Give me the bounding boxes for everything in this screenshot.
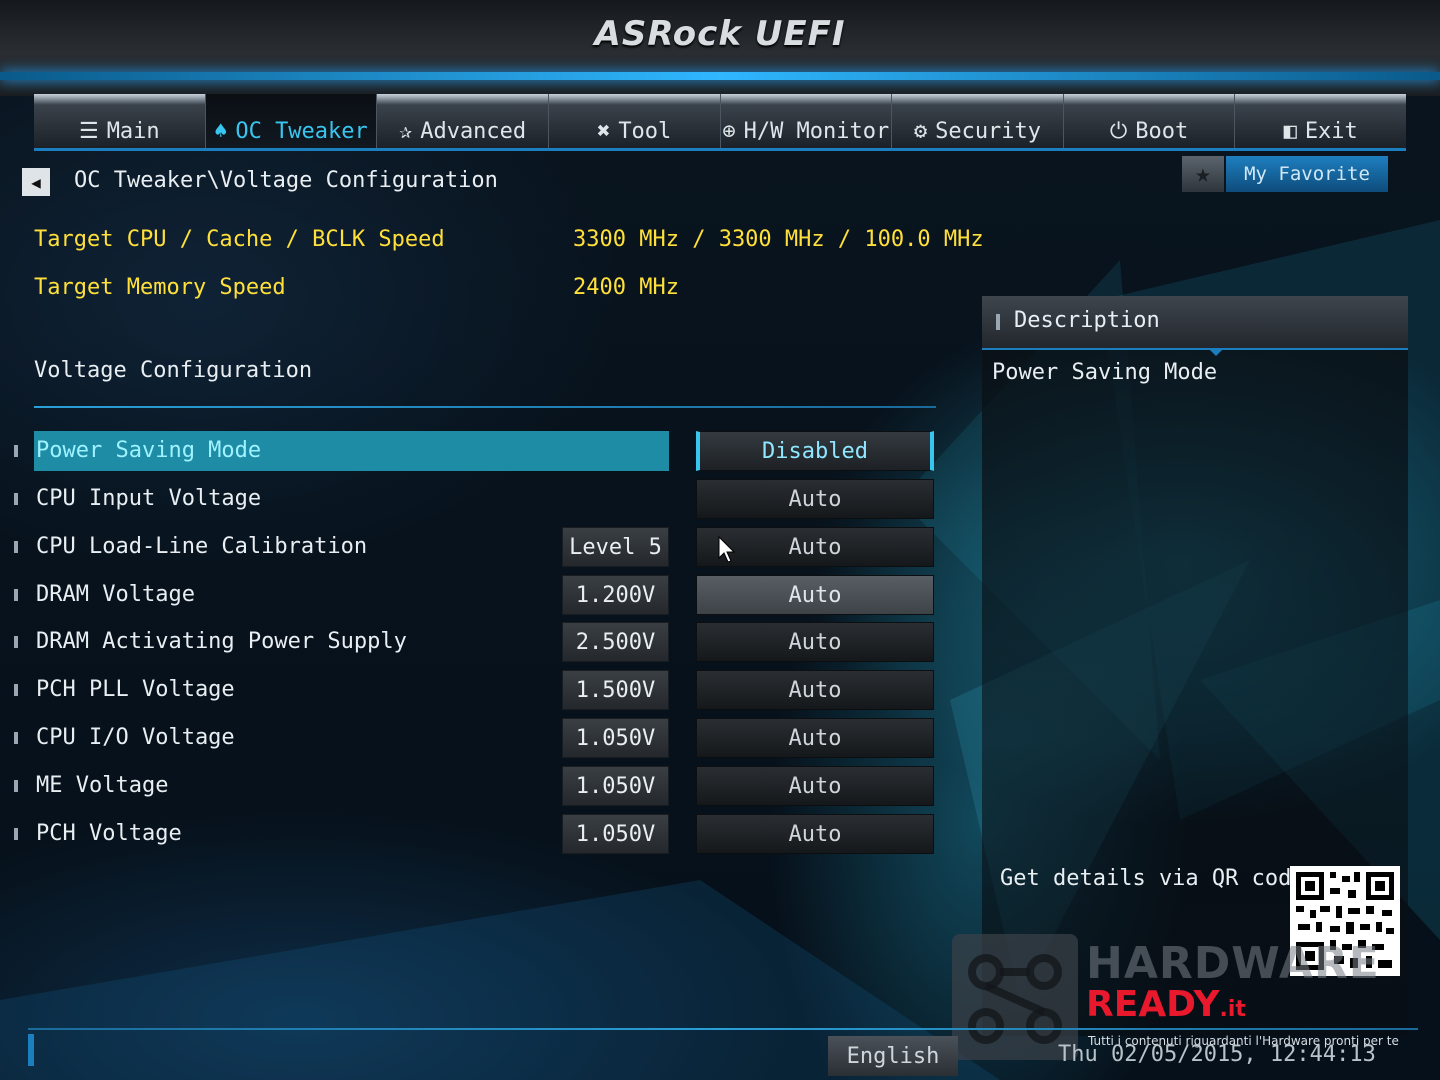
current-value-badge: 1.500V <box>562 670 669 710</box>
system-datetime: Thu 02/05/2015, 12:44:13 <box>1058 1042 1376 1067</box>
tab-tool[interactable]: ✖ Tool <box>549 94 721 148</box>
watermark-ready: READY <box>1086 984 1220 1025</box>
description-header: Description <box>982 296 1408 350</box>
tab-oc-tweaker[interactable]: ♠ OC Tweaker <box>205 94 378 148</box>
tools-icon: ✖ <box>597 119 611 144</box>
my-favorite-button[interactable]: My Favorite <box>1226 156 1388 192</box>
current-value-badge: Level 5 <box>562 527 669 567</box>
setting-row-dram-voltage[interactable]: DRAM Voltage 1.200V Auto <box>14 575 944 615</box>
current-value-badge: 1.050V <box>562 766 669 806</box>
mouse-cursor-icon <box>718 536 736 563</box>
star-icon: ★ <box>1195 159 1211 189</box>
row-marker <box>14 445 18 457</box>
row-marker <box>14 828 18 840</box>
footer-rail <box>28 1028 1418 1030</box>
current-value-badge: 2.500V <box>562 622 669 662</box>
back-button[interactable]: ◀ <box>22 168 50 196</box>
star-icon: ✰ <box>398 119 413 144</box>
info-label-memory-speed: Target Memory Speed <box>34 275 286 300</box>
row-marker <box>14 780 18 792</box>
setting-option-button[interactable]: Disabled <box>696 431 934 471</box>
tab-label: Tool <box>618 119 672 144</box>
current-value-badge: 1.050V <box>562 718 669 758</box>
tab-boot[interactable]: ⏻ Boot <box>1064 94 1236 148</box>
row-marker <box>14 732 18 744</box>
setting-row-dram-activating-power-supply[interactable]: DRAM Activating Power Supply 2.500V Auto <box>14 622 944 662</box>
tab-label: Exit <box>1304 119 1358 144</box>
setting-row-power-saving-mode[interactable]: Power Saving Mode Disabled <box>14 431 944 471</box>
section-divider <box>34 406 936 408</box>
main-tab-bar: ☰ Main ♠ OC Tweaker ✰ Advanced ✖ Tool ⊕ H/W Monit… <box>34 94 1406 151</box>
power-icon: ⏻ <box>1109 119 1128 144</box>
current-value-badge: 1.200V <box>562 575 669 615</box>
list-icon: ☰ <box>78 119 99 144</box>
breadcrumb: OC Tweaker\Voltage Configuration <box>74 168 498 193</box>
tab-label: Boot <box>1135 119 1189 144</box>
header-accent-rail <box>0 72 1440 80</box>
asrock-uefi-logo: ASRock UEFI <box>594 14 846 54</box>
setting-option-button[interactable]: Auto <box>696 575 934 615</box>
setting-option-button[interactable]: Auto <box>696 670 934 710</box>
row-marker <box>14 684 18 696</box>
current-value-badge: 1.050V <box>562 814 669 854</box>
description-text: Power Saving Mode <box>992 360 1218 385</box>
info-label-cpu-speed: Target CPU / Cache / BCLK Speed <box>34 227 445 252</box>
description-title: Description <box>1014 308 1160 333</box>
setting-option-button[interactable]: Auto <box>696 718 934 758</box>
setting-option-button[interactable]: Auto <box>696 766 934 806</box>
footer-left-marker <box>28 1034 34 1066</box>
setting-row-me-voltage[interactable]: ME Voltage 1.050V Auto <box>14 766 944 806</box>
setting-row-cpu-load-line-calibration[interactable]: CPU Load-Line Calibration Level 5 Auto <box>14 527 944 567</box>
tab-main[interactable]: ☰ Main <box>34 94 206 148</box>
favorite-star-button[interactable]: ★ <box>1182 156 1224 192</box>
setting-option-button[interactable]: Auto <box>696 479 934 519</box>
setting-row-pch-voltage[interactable]: PCH Voltage 1.050V Auto <box>14 814 944 854</box>
setting-row-pch-pll-voltage[interactable]: PCH PLL Voltage 1.500V Auto <box>14 670 944 710</box>
watermark-suffix: .it <box>1219 997 1246 1022</box>
row-marker <box>14 541 18 553</box>
tab-label: Main <box>106 119 160 144</box>
shield-icon: ⚙ <box>913 119 928 144</box>
row-marker <box>14 493 18 505</box>
back-arrow-icon: ◀ <box>31 172 41 192</box>
description-notch <box>1208 348 1224 356</box>
header-bar: ASRock UEFI <box>0 0 1440 96</box>
section-title: Voltage Configuration <box>34 358 313 383</box>
tab-label: Security <box>935 119 1042 144</box>
watermark-hardware-text: HARDWARE <box>1086 938 1380 989</box>
setting-row-cpu-i-o-voltage[interactable]: CPU I/O Voltage 1.050V Auto <box>14 718 944 758</box>
monitor-icon: ⊕ <box>722 119 736 144</box>
tab-security[interactable]: ⚙ Security <box>892 94 1064 148</box>
exit-icon: ◧ <box>1283 119 1297 144</box>
tab-h-w-monitor[interactable]: ⊕ H/W Monitor <box>721 94 893 148</box>
tab-label: Advanced <box>420 119 527 144</box>
setting-option-button[interactable]: Auto <box>696 622 934 662</box>
info-value-cpu-speed: 3300 MHz / 3300 MHz / 100.0 MHz <box>573 227 984 252</box>
language-button[interactable]: English <box>828 1036 958 1076</box>
qr-label: Get details via QR code <box>1000 866 1305 891</box>
row-marker <box>14 589 18 601</box>
description-panel: Description Power Saving Mode Get detail… <box>982 296 1408 1036</box>
watermark-ready-text: READY.it <box>1086 984 1246 1025</box>
setting-label[interactable]: Power Saving Mode <box>34 431 669 471</box>
info-value-memory-speed: 2400 MHz <box>573 275 679 300</box>
tab-label: H/W Monitor <box>743 119 890 144</box>
description-marker <box>996 314 1000 330</box>
setting-option-button[interactable]: Auto <box>696 814 934 854</box>
tab-advanced[interactable]: ✰ Advanced <box>377 94 549 148</box>
setting-row-cpu-input-voltage[interactable]: CPU Input Voltage Auto <box>14 479 944 519</box>
rocket-icon: ♠ <box>214 119 228 144</box>
row-marker <box>14 636 18 648</box>
tab-label: OC Tweaker <box>235 119 368 144</box>
tab-exit[interactable]: ◧ Exit <box>1235 94 1406 148</box>
setting-label[interactable]: CPU Input Voltage <box>34 479 669 519</box>
